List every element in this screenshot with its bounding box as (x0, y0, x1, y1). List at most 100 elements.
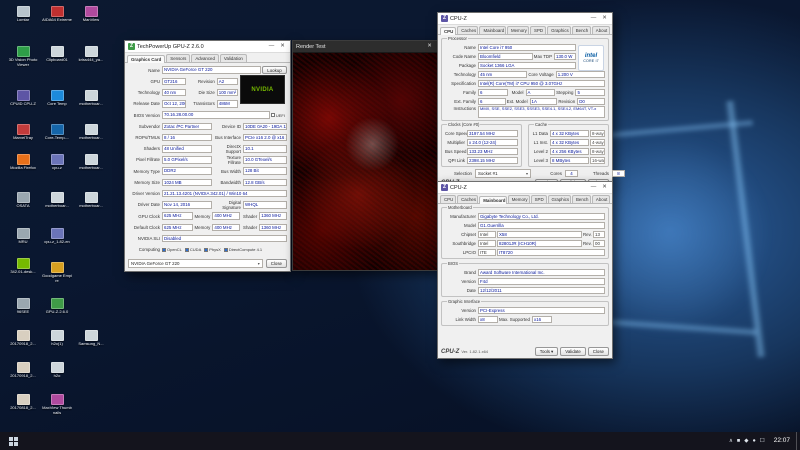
checkbox-physx[interactable]: PhysX (204, 247, 221, 252)
tab-graphics-card[interactable]: Graphics Card (127, 55, 166, 63)
clock[interactable]: 22:07 (768, 432, 796, 450)
desktop-icon[interactable]: 20170818_2... (8, 394, 38, 411)
desktop-icon[interactable]: h2o (42, 362, 72, 379)
close-button[interactable]: ✕ (425, 41, 434, 52)
tab-spd[interactable]: SPD (530, 26, 547, 34)
tab-bench[interactable]: Bench (571, 26, 591, 34)
render-titlebar[interactable]: Render Test ✕ (293, 41, 437, 53)
desktop-icon[interactable]: h2o(1) (42, 330, 72, 347)
desktop-icon[interactable]: Clipboard01 (42, 46, 72, 63)
field-row: Link Width x8 Max. Supported x16 (444, 315, 606, 324)
checkbox-uefi[interactable]: UEFI (270, 113, 285, 118)
desktop-icon[interactable]: 20170918_2... (8, 330, 38, 347)
field-label: QPI Link (448, 158, 465, 163)
desktop-icon[interactable]: Mozilla Firefox (8, 154, 38, 171)
gpu-select-dropdown[interactable]: NVIDIA GeForce GT 220 ▾ (128, 259, 263, 268)
desktop-icon[interactable]: motherboar... (76, 124, 106, 141)
gpu-select-value: NVIDIA GeForce GT 220 (131, 261, 180, 266)
desktop-icon[interactable]: MRU (8, 228, 38, 245)
desktop-icon[interactable]: kriss444_ya... (76, 46, 106, 63)
checkbox-cuda[interactable]: CUDA (184, 247, 201, 252)
desktop-icon[interactable]: Samsung_N... (76, 330, 106, 347)
minimize-button[interactable]: — (589, 13, 598, 24)
tab-memory[interactable]: Memory (507, 195, 530, 203)
desktop-icon-label: motherboar... (79, 136, 103, 140)
tab-graphics[interactable]: Graphics (547, 195, 571, 203)
desktop-icon[interactable]: motherboar... (42, 192, 72, 209)
chevron-up-icon[interactable]: ∧ (729, 432, 733, 450)
tab-advanced[interactable]: Advanced (191, 54, 219, 62)
desktop-icon-image (84, 154, 98, 165)
desktop-icon[interactable]: motherboar... (76, 192, 106, 209)
lookup-button[interactable]: Lookup (262, 65, 287, 75)
tray-app-icon[interactable]: ■ (737, 432, 740, 450)
desktop-icon[interactable]: cpu-z_1.82-en (42, 228, 72, 245)
desktop-icon[interactable]: ManView (76, 6, 106, 23)
field-value: F4d (478, 277, 605, 286)
field-value: 6 (478, 88, 508, 97)
field-row: Code Name Bloomfield Max TDP 130.0 W (444, 52, 577, 61)
desktop-icon[interactable]: Core Temp (42, 90, 72, 107)
field-label: Digital Signature (222, 199, 241, 210)
show-desktop-button[interactable] (796, 432, 800, 450)
cpuz2-titlebar[interactable]: Z CPU-Z — ✕ (438, 182, 612, 194)
cpuz1-titlebar[interactable]: Z CPU-Z — ✕ (438, 13, 612, 25)
desktop-icon[interactable]: cpu-z (42, 154, 72, 171)
tab-caches[interactable]: Caches (457, 26, 479, 34)
tab-bench[interactable]: Bench (571, 195, 591, 203)
desktop-icon[interactable]: MarvelTray (8, 124, 38, 141)
minimize-button[interactable]: — (267, 41, 276, 52)
field-label: Rev. (583, 232, 592, 237)
minimize-button[interactable]: — (589, 182, 598, 193)
desktop-icon[interactable]: CPUID CPU-Z (8, 90, 38, 107)
gpuz-close-button[interactable]: Close (265, 259, 287, 268)
tab-about[interactable]: About (591, 195, 610, 203)
desktop-icon[interactable]: 96SEE (8, 298, 38, 315)
field-row: Core Speed 3197.54 MHz (444, 129, 519, 138)
desktop-icon[interactable]: OSATA (8, 192, 38, 209)
desktop-icon[interactable]: motherboar... (76, 154, 106, 171)
tab-spd[interactable]: SPD (530, 195, 547, 203)
volume-icon[interactable]: ● (752, 432, 755, 450)
tab-mainboard[interactable]: Mainboard (479, 196, 507, 204)
field-label: Subvendor (138, 123, 160, 129)
gpuz-app-icon: Z (128, 43, 135, 50)
checkbox-opencl[interactable]: OpenCL (162, 247, 182, 252)
field-label: Specification (451, 81, 476, 86)
tab-caches[interactable]: Caches (457, 195, 479, 203)
desktop-icon[interactable]: GPU-Z.2.6.0 (42, 298, 72, 315)
close-window-button[interactable]: Close (587, 347, 609, 356)
field-label: Die Size (198, 90, 215, 96)
tab-sensors[interactable]: Sensors (166, 54, 191, 62)
close-button[interactable]: ✕ (600, 182, 609, 193)
socket-select-dropdown[interactable]: Socket #1 ▾ (475, 169, 531, 178)
tab-mainboard[interactable]: Mainboard (479, 26, 506, 34)
tab-cpu[interactable]: CPU (440, 27, 457, 35)
network-icon[interactable]: ◆ (744, 432, 748, 450)
desktop-icon[interactable]: motherboar... (76, 90, 106, 107)
gpuz-titlebar[interactable]: Z TechPowerUp GPU-Z 2.6.0 — ✕ (125, 41, 290, 53)
tab-about[interactable]: About (591, 26, 610, 34)
action-center-icon[interactable]: ☐ (760, 432, 765, 450)
desktop-icon[interactable]: Goodgame Empire (42, 262, 72, 283)
desktop-icon[interactable]: MaxView Thumbnails (42, 394, 72, 415)
tab-graphics[interactable]: Graphics (547, 26, 571, 34)
tab-validation[interactable]: Validation (219, 54, 247, 62)
start-button[interactable] (0, 432, 26, 450)
close-button[interactable]: ✕ (600, 13, 609, 24)
tab-memory[interactable]: Memory (506, 26, 530, 34)
tab-cpu[interactable]: CPU (440, 195, 457, 203)
field-label: ROPs/TMUs (135, 135, 160, 141)
tools-button[interactable]: Tools ▾ (534, 347, 559, 356)
desktop-icon[interactable]: 20170918_2... (8, 362, 38, 379)
desktop-icon[interactable]: Core-Temp-... (42, 124, 72, 141)
desktop-icon[interactable]: Lomtar (8, 6, 38, 23)
desktop-icon[interactable]: 3D Vision Photo Viewer (8, 46, 38, 67)
checkbox-directcompute-4-1[interactable]: DirectCompute 4.1 (223, 247, 262, 252)
close-button[interactable]: ✕ (278, 41, 287, 52)
desktop-icon-label: Core-Temp-... (44, 136, 70, 140)
desktop-icon[interactable]: AIDA64 Extreme (42, 6, 72, 23)
desktop-icon[interactable]: 342.01-desk... (8, 258, 38, 275)
validate-button[interactable]: Validate (560, 347, 586, 356)
field-label: Shaders (143, 146, 160, 152)
